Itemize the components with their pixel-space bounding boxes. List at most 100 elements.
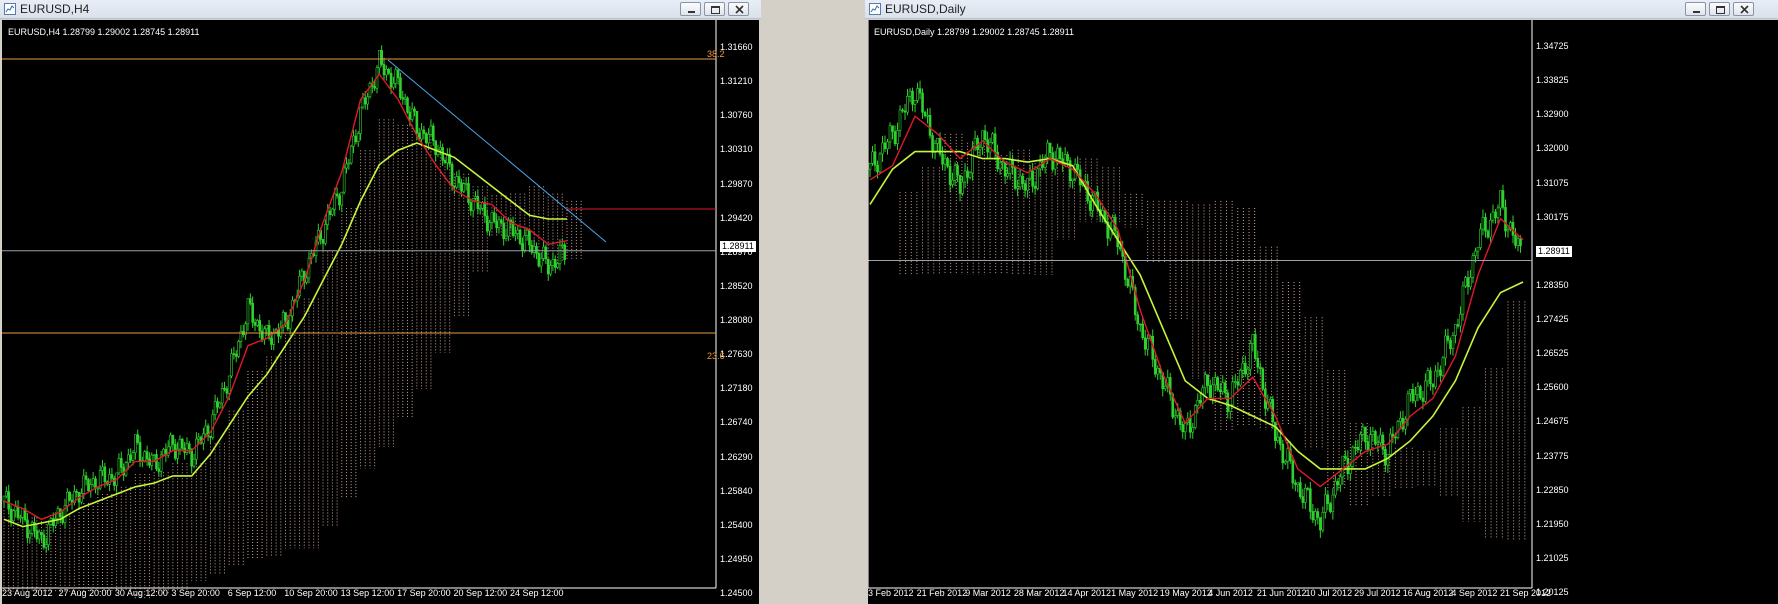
maximize-button[interactable] [704,2,725,16]
candle-body [1326,494,1330,504]
candle-body [556,263,559,268]
candle-body [1339,476,1342,486]
candle-body [345,163,348,169]
candle-body [1501,190,1505,208]
candle-body [1491,211,1495,221]
candle-body [1356,446,1360,451]
candle-body [951,179,954,185]
candle-body [1033,185,1037,189]
price-axis-label: 1.28080 [720,315,753,325]
candle-body [119,458,123,468]
candle-body [1389,433,1392,455]
price-axis-label: 1.31660 [720,42,753,52]
candle-body [349,145,353,164]
window-title: EURUSD,H4 [20,2,90,16]
chart-window-h4[interactable]: EURUSD,H4 EURUSD,H4 1.28799 1.29002 1.28… [0,0,761,604]
price-chart-h4[interactable]: EURUSD,H4 1.28799 1.29002 1.28745 1.2891… [2,20,759,604]
price-axis-label: 1.30310 [720,144,753,155]
candle-body [868,162,872,170]
time-axis-label: 17 Sep 20:00 [397,588,451,598]
candle-body [232,353,236,355]
window-titlebar[interactable]: EURUSD,H4 [0,0,761,19]
candle-body [366,96,369,105]
price-chart-daily[interactable]: EURUSD,Daily 1.28799 1.29002 1.28745 1.2… [868,20,1778,604]
candle-body [260,330,264,340]
close-button[interactable] [728,2,749,16]
chart-window-daily[interactable]: EURUSD,Daily EURUSD,Daily 1.28799 1.2900… [865,0,1778,604]
candle-body [338,195,341,206]
candle-body [80,493,83,503]
candle-body [394,69,398,84]
candle-body [946,158,949,167]
candle-body [1036,168,1039,189]
candle-body [1454,324,1457,336]
candle-body [881,142,884,155]
candle-body [1156,368,1160,375]
candle-body [871,151,874,164]
candle-body [1196,400,1200,406]
candle-body [1499,190,1502,209]
candle-body [488,222,491,232]
window-titlebar[interactable]: EURUSD,Daily [865,0,1778,19]
candle-body [911,90,914,105]
candle-body [1456,324,1460,327]
candle-body [420,129,423,140]
candle-body [427,134,430,144]
candle-body [1274,421,1277,441]
candle-body [131,452,135,461]
candle-body [1236,381,1240,386]
candle-body [553,259,557,268]
candle-body [1233,381,1237,384]
candle-body [42,534,46,548]
price-axis-label: 1.31075 [1536,177,1569,188]
candles [2,45,566,553]
candle-body [1261,368,1265,390]
chart-canvas[interactable] [868,20,1778,604]
candle-body [1146,338,1150,350]
minimize-button[interactable] [680,2,701,16]
time-axis-label: 14 Apr 2012 [1062,588,1111,598]
candle-body [1251,334,1255,344]
maximize-button[interactable] [1709,2,1730,16]
candle-body [1023,183,1027,191]
candle-body [1143,337,1147,350]
candle-body [1486,230,1490,238]
candle-body [225,388,229,394]
time-axis-label: 20 Sep 12:00 [453,588,508,598]
candle-body [188,443,191,450]
candle-body [220,388,224,404]
candle-body [431,125,435,141]
candle-body [209,435,212,438]
candle-body [1424,380,1427,402]
candle-body [1246,368,1250,375]
candle-body [873,151,877,166]
time-axis-label: 13 Sep 12:00 [340,588,395,598]
candle-body [321,239,325,244]
price-axis-label: 1.27180 [720,383,753,394]
candle-body [134,434,137,454]
candle-body [490,212,494,223]
candle-body [998,162,1002,170]
time-axis-label: 10 Jul 2012 [1305,588,1353,598]
candle-body [424,133,428,144]
candle-body [237,341,240,357]
candle-body [898,109,902,131]
candle-body [1279,436,1282,445]
price-axis-label: 1.30760 [720,110,753,121]
candle-body [1006,173,1009,177]
candle-body [1444,335,1447,359]
candle-body [1013,167,1017,189]
minimize-button[interactable] [1685,2,1706,16]
chart-canvas[interactable] [2,20,759,604]
time-axis-label: 6 Sep 12:00 [227,588,277,598]
price-axis-label: 1.24675 [1536,416,1569,427]
candle-body [117,458,121,474]
candle-body [928,114,932,136]
candle-body [1118,246,1122,250]
price-axis-label: 1.24950 [720,553,753,564]
close-button[interactable] [1733,2,1754,16]
candle-body [171,434,175,445]
candle-body [516,229,520,234]
candle-body [943,158,947,165]
candle-body [87,479,90,492]
